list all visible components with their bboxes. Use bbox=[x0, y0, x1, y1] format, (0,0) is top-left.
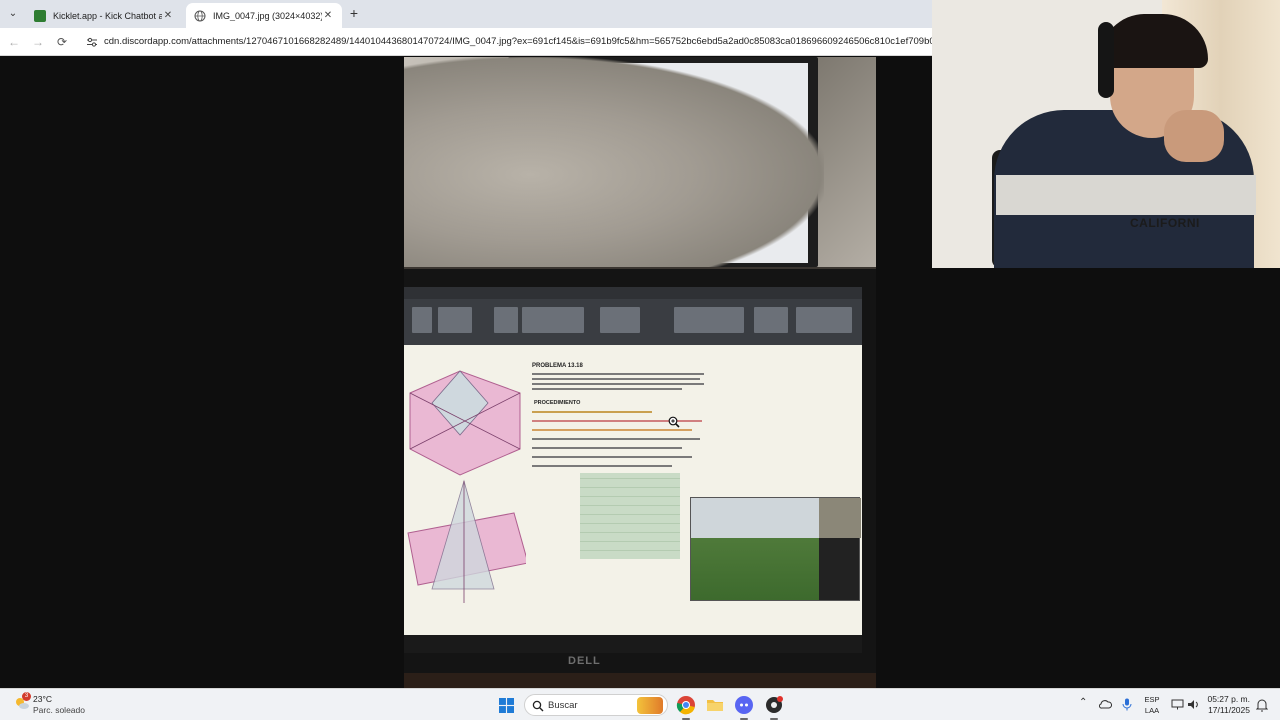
person-sleeve bbox=[404, 57, 824, 271]
cloud-icon[interactable] bbox=[1099, 699, 1112, 709]
weather-alert-badge: 3 bbox=[22, 692, 31, 701]
kicklet-favicon-icon bbox=[34, 9, 46, 22]
zoom-in-cursor-icon bbox=[668, 416, 680, 428]
photo-image[interactable]: PROBLEMA 13.18 PROCEDIMIENTO DELL bbox=[404, 57, 876, 688]
tab-title: IMG_0047.jpg (3024×4032) bbox=[213, 10, 322, 21]
photo-background bbox=[404, 57, 876, 271]
close-tab-icon[interactable]: ✕ bbox=[322, 10, 334, 21]
headset-icon bbox=[1098, 22, 1114, 98]
taskbar-discord[interactable] bbox=[734, 695, 754, 720]
taskbar-file-explorer[interactable] bbox=[705, 695, 725, 715]
webcam-hand bbox=[1164, 110, 1224, 162]
webcam-hoodie-stripe bbox=[996, 175, 1256, 215]
discord-icon bbox=[735, 696, 753, 714]
microphone-icon[interactable] bbox=[1122, 698, 1132, 711]
reload-button[interactable]: ⟳ bbox=[54, 34, 70, 50]
data-table bbox=[580, 473, 680, 559]
site-info-icon[interactable] bbox=[86, 36, 98, 48]
stream-overlay-window bbox=[690, 497, 861, 601]
globe-favicon-icon bbox=[194, 10, 206, 21]
browser-toolbar: ← → ⟳ cdn.discordapp.com/attachments/127… bbox=[0, 28, 932, 56]
taskbar-obs[interactable] bbox=[764, 695, 784, 720]
autocad-titlebar bbox=[404, 287, 862, 299]
dell-monitor: PROBLEMA 13.18 PROCEDIMIENTO DELL bbox=[404, 269, 876, 688]
weather-temperature: 23°C bbox=[33, 694, 52, 704]
browser-tab-strip: ⌄ Kicklet.app - Kick Chatbot and ✕ IMG_0… bbox=[0, 0, 932, 28]
hoodie-text: CALIFORNI bbox=[1130, 216, 1200, 230]
tab-kicklet[interactable]: Kicklet.app - Kick Chatbot and ✕ bbox=[26, 3, 182, 28]
chrome-icon bbox=[676, 696, 695, 715]
clock-time: 05:27 p. m. bbox=[1207, 694, 1250, 704]
language-indicator[interactable]: ESP LAA bbox=[1142, 694, 1162, 716]
network-icon[interactable] bbox=[1171, 699, 1184, 710]
forward-button[interactable]: → bbox=[30, 34, 46, 50]
image-viewer: PROBLEMA 13.18 PROCEDIMIENTO DELL bbox=[0, 57, 932, 688]
monitor-taskbar bbox=[404, 635, 862, 653]
tab-search-dropdown-icon[interactable]: ⌄ bbox=[4, 5, 22, 23]
search-highlight-icon bbox=[637, 697, 663, 714]
folder-icon bbox=[707, 700, 723, 711]
search-icon bbox=[532, 700, 544, 712]
back-button[interactable]: ← bbox=[6, 34, 22, 50]
monitor-brand-logo: DELL bbox=[568, 655, 601, 667]
webcam-overlay: CALIFORNI bbox=[932, 0, 1280, 268]
autocad-drawing-area: PROBLEMA 13.18 PROCEDIMIENTO bbox=[404, 345, 862, 635]
obs-icon bbox=[766, 696, 783, 713]
search-placeholder: Buscar bbox=[548, 700, 578, 711]
notification-bell-icon[interactable] bbox=[1256, 698, 1268, 712]
autocad-ribbon bbox=[404, 299, 862, 345]
taskbar-chrome[interactable] bbox=[676, 695, 696, 720]
procedure-heading: PROCEDIMIENTO bbox=[534, 400, 581, 406]
clock-date: 17/11/2025 bbox=[1208, 705, 1250, 715]
geometry-drawings bbox=[407, 370, 526, 603]
tab-image[interactable]: IMG_0047.jpg (3024×4032) ✕ bbox=[186, 3, 342, 28]
weather-condition: Parc. soleado bbox=[33, 705, 85, 715]
show-hidden-icons[interactable]: ⌃ bbox=[1079, 697, 1087, 708]
windows-taskbar: 3 23°C Parc. soleado Buscar ⌃ ESP LAA 05… bbox=[0, 688, 1280, 720]
autocad-screen: PROBLEMA 13.18 PROCEDIMIENTO bbox=[404, 287, 862, 635]
tab-title: Kicklet.app - Kick Chatbot and bbox=[53, 10, 162, 21]
taskbar-search-box[interactable]: Buscar bbox=[524, 694, 668, 716]
screen: ⌄ Kicklet.app - Kick Chatbot and ✕ IMG_0… bbox=[0, 0, 1280, 720]
windows-start-icon[interactable] bbox=[499, 698, 514, 713]
monitor-stand bbox=[404, 673, 876, 688]
close-tab-icon[interactable]: ✕ bbox=[162, 10, 174, 21]
new-tab-button[interactable]: + bbox=[346, 5, 362, 21]
address-bar[interactable]: cdn.discordapp.com/attachments/127046710… bbox=[104, 36, 932, 47]
problem-title: PROBLEMA 13.18 bbox=[532, 363, 583, 369]
